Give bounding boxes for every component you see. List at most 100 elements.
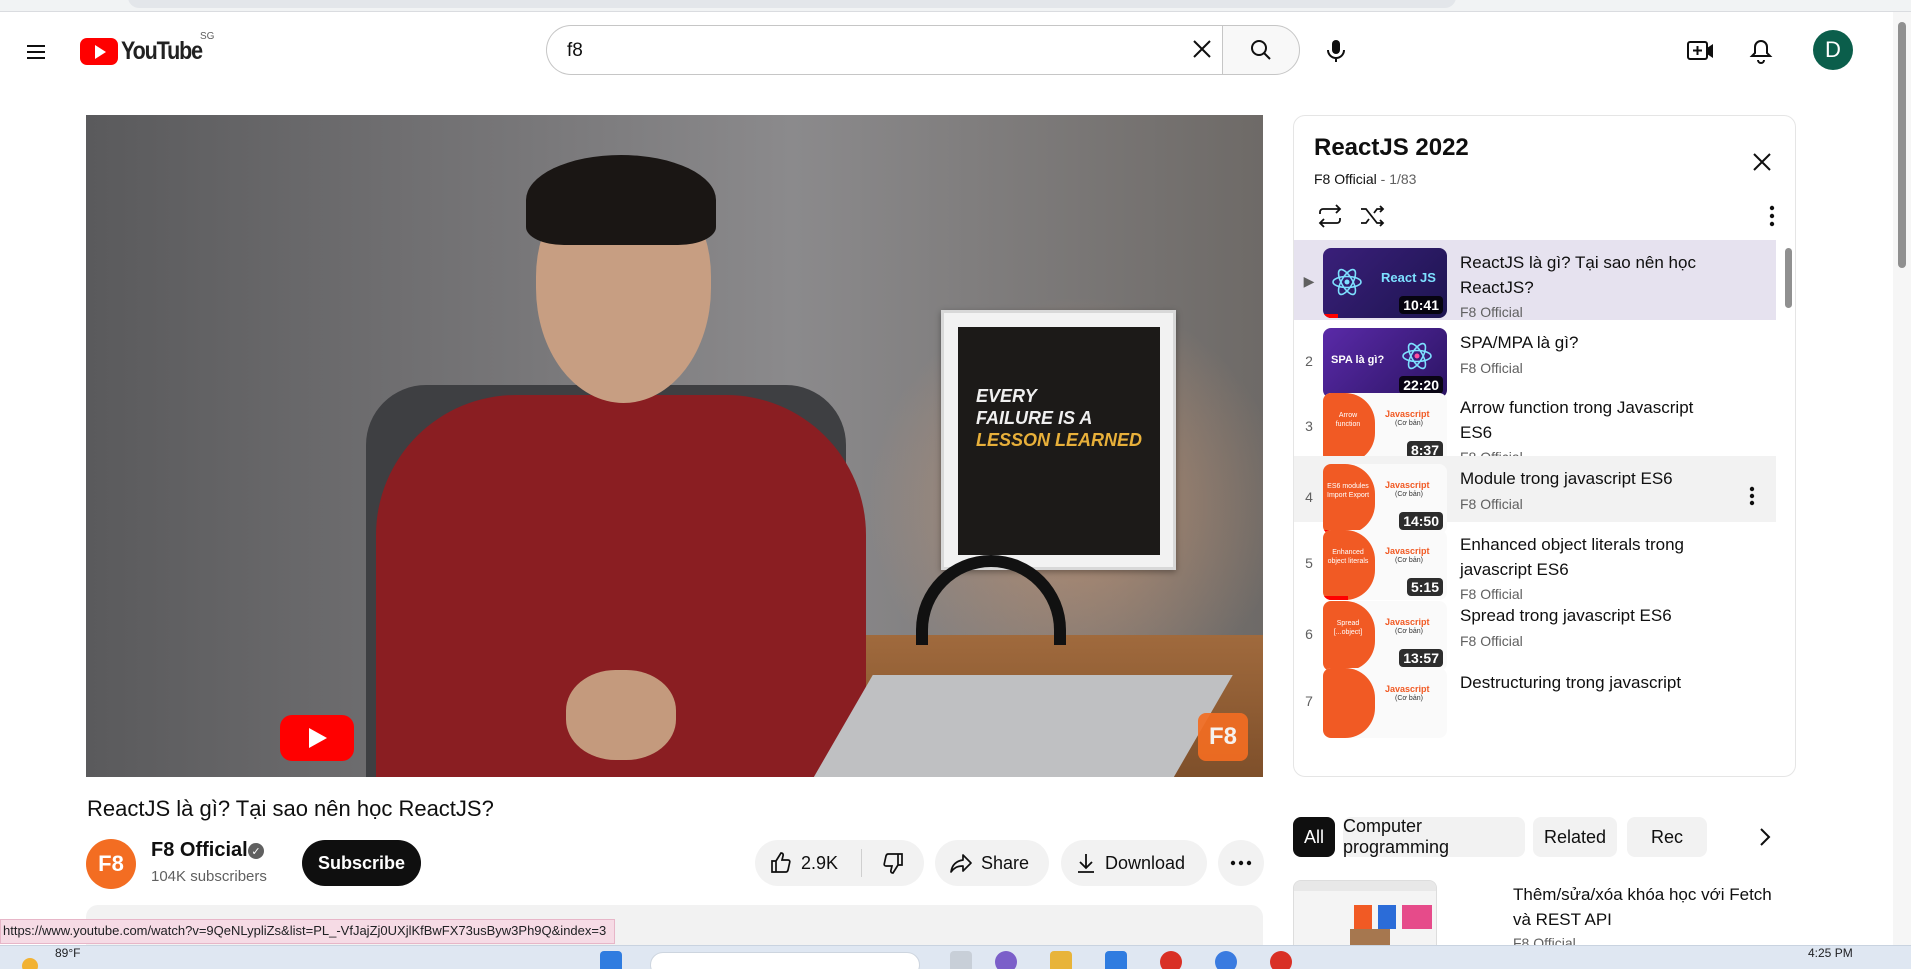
- playlist-item[interactable]: ▶ React JS 10:41 ReactJS là gì? Tại sao nên…: [1294, 240, 1776, 320]
- thumbnail-block: [1402, 905, 1432, 929]
- page-scrollbar[interactable]: [1893, 12, 1911, 956]
- playlist-scrollbar[interactable]: [1782, 240, 1794, 776]
- search-input[interactable]: [567, 38, 1127, 64]
- create-button[interactable]: [1680, 30, 1722, 72]
- edge-icon[interactable]: [1215, 951, 1237, 969]
- filter-chip[interactable]: Rec: [1627, 817, 1707, 857]
- video-player[interactable]: EVERY FAILURE IS A LESSON LEARNED F8: [86, 115, 1263, 777]
- shuffle-playlist-button[interactable]: [1354, 198, 1390, 234]
- filter-chip[interactable]: All: [1293, 817, 1335, 857]
- playlist-channel[interactable]: F8 Official: [1314, 171, 1377, 187]
- playlist-subtitle: F8 Official - 1/83: [1314, 171, 1416, 187]
- thumbnail-browser-bar: [1294, 881, 1436, 891]
- like-button[interactable]: 2.9K: [755, 840, 861, 886]
- playlist-item-thumbnail[interactable]: Arrow function Javascript (Cơ bản) 8:37: [1323, 393, 1447, 463]
- clear-search-button[interactable]: [1182, 29, 1222, 69]
- thumbnail-js-sublabel: (Cơ bản): [1395, 695, 1423, 702]
- channel-avatar[interactable]: F8: [86, 839, 136, 889]
- weather-temperature[interactable]: 89°F: [55, 946, 80, 960]
- playlist-item[interactable]: 4 ES6 modules Import Export Javascript (Cơ …: [1294, 456, 1776, 534]
- poster-line-3: LESSON LEARNED: [976, 430, 1143, 450]
- download-button[interactable]: Download: [1061, 840, 1207, 886]
- share-arrow-icon: [950, 854, 972, 873]
- playlist-item-title[interactable]: Spread trong javascript ES6: [1460, 603, 1720, 628]
- country-code: SG: [200, 31, 215, 42]
- playlist-item-index: 4: [1305, 489, 1313, 505]
- dislike-button[interactable]: [862, 840, 924, 886]
- playlist-item-title[interactable]: Destructuring trong javascript: [1460, 670, 1720, 695]
- close-icon: [1193, 40, 1211, 58]
- playlist-item[interactable]: 7 Javascript (Cơ bản) Destructuring trong j…: [1294, 660, 1776, 740]
- windows-start-icon[interactable]: [600, 951, 622, 969]
- playlist-item-title[interactable]: SPA/MPA là gì?: [1460, 330, 1720, 355]
- channel-watermark[interactable]: F8: [1198, 713, 1248, 761]
- thumbnail-js-sublabel: (Cơ bản): [1395, 557, 1423, 564]
- related-filter-chips: All Computer programming Related Rec: [1293, 817, 1793, 857]
- download-label: Download: [1105, 852, 1186, 873]
- share-button[interactable]: Share: [935, 840, 1049, 886]
- vscode-icon[interactable]: [1105, 951, 1127, 969]
- playlist-item-menu-button[interactable]: [1740, 484, 1764, 508]
- thumbnail-js-sublabel: (Cơ bản): [1395, 491, 1423, 498]
- more-actions-button[interactable]: [1218, 840, 1264, 886]
- notifications-button[interactable]: [1740, 30, 1782, 72]
- chrome-icon[interactable]: [1270, 951, 1292, 969]
- more-horizontal-icon: [1230, 860, 1252, 866]
- playlist-item[interactable]: 5 Enhanced object literals Javascript (Cơ b…: [1294, 522, 1776, 602]
- taskbar-clock[interactable]: 4:25 PM: [1808, 946, 1853, 960]
- channel-name[interactable]: F8 Official: [151, 839, 248, 862]
- like-dislike-group: 2.9K: [755, 840, 924, 886]
- subscribe-button[interactable]: Subscribe: [302, 840, 421, 886]
- app-icon[interactable]: [1160, 951, 1182, 969]
- playlist-item-channel[interactable]: F8 Official: [1460, 496, 1523, 512]
- chips-next-button[interactable]: [1745, 817, 1785, 857]
- filter-chip[interactable]: Computer programming: [1343, 817, 1525, 857]
- task-view-icon[interactable]: [950, 951, 972, 969]
- playlist-item[interactable]: 2 SPA là gì? 22:20 SPA/MPA là gì? F8 Officia…: [1294, 320, 1776, 398]
- large-play-button[interactable]: [280, 715, 354, 761]
- account-avatar[interactable]: D: [1813, 30, 1853, 70]
- shuffle-icon: [1361, 205, 1385, 227]
- page-scrollbar-thumb[interactable]: [1898, 22, 1906, 268]
- youtube-watch-page: YouTube SG D EVERY FAILURE IS A: [0, 0, 1911, 969]
- playlist-item-title[interactable]: Enhanced object literals trong javascrip…: [1460, 532, 1720, 582]
- playlist-item-index: 5: [1305, 555, 1313, 571]
- playlist-item[interactable]: 3 Arrow function Javascript (Cơ bản) 8:37 Arr…: [1294, 385, 1776, 465]
- thumbnail-topic-shape: Arrow function: [1323, 393, 1375, 463]
- logo-text: YouTube: [121, 36, 203, 65]
- youtube-logo[interactable]: YouTube: [80, 36, 215, 66]
- playlist-title[interactable]: ReactJS 2022: [1314, 134, 1469, 162]
- playlist-item-index: 7: [1305, 693, 1313, 709]
- close-playlist-button[interactable]: [1744, 144, 1780, 180]
- playlist-item-title[interactable]: Module trong javascript ES6: [1460, 466, 1720, 491]
- playlist-item-title[interactable]: Arrow function trong Javascript ES6: [1460, 395, 1720, 445]
- playlist-item[interactable]: 6 Spread [...object] Javascript (Cơ bản) 13:…: [1294, 593, 1776, 671]
- playlist-scrollbar-thumb[interactable]: [1785, 248, 1792, 308]
- playlist-item-channel[interactable]: F8 Official: [1460, 360, 1523, 376]
- thumbnail-label: React JS: [1381, 270, 1436, 285]
- search-button[interactable]: [1222, 25, 1300, 75]
- recommended-title[interactable]: Thêm/sửa/xóa khóa học với Fetch và REST …: [1513, 882, 1773, 932]
- playlist-menu-button[interactable]: [1754, 198, 1790, 234]
- app-icon[interactable]: [995, 951, 1017, 969]
- link-status-bar: https://www.youtube.com/watch?v=9QeNLypl…: [0, 919, 616, 944]
- address-bar[interactable]: [128, 0, 1456, 8]
- playlist-item-thumbnail[interactable]: Enhanced object literals Javascript (Cơ bả…: [1323, 530, 1447, 600]
- masthead: YouTube SG D: [0, 12, 1890, 88]
- playlist-item-thumbnail[interactable]: React JS 10:41: [1323, 248, 1447, 318]
- voice-search-button[interactable]: [1315, 30, 1357, 72]
- verified-check-icon: ✓: [248, 843, 264, 859]
- playlist-item-index: 3: [1305, 418, 1313, 434]
- guide-menu-button[interactable]: [16, 32, 56, 72]
- playlist-item-title[interactable]: ReactJS là gì? Tại sao nên học ReactJS?: [1460, 250, 1720, 300]
- taskbar-search[interactable]: [650, 952, 920, 969]
- playlist-item-channel[interactable]: F8 Official: [1460, 304, 1523, 320]
- file-explorer-icon[interactable]: [1050, 951, 1072, 969]
- download-icon: [1078, 854, 1094, 873]
- filter-chip[interactable]: Related: [1533, 817, 1617, 857]
- loop-playlist-button[interactable]: [1312, 198, 1348, 234]
- playlist-item-thumbnail[interactable]: Javascript (Cơ bản): [1323, 668, 1447, 738]
- playlist-item-channel[interactable]: F8 Official: [1460, 633, 1523, 649]
- thumbnail-js-label: Javascript: [1385, 480, 1430, 490]
- thumbnail-js-label: Javascript: [1385, 546, 1430, 556]
